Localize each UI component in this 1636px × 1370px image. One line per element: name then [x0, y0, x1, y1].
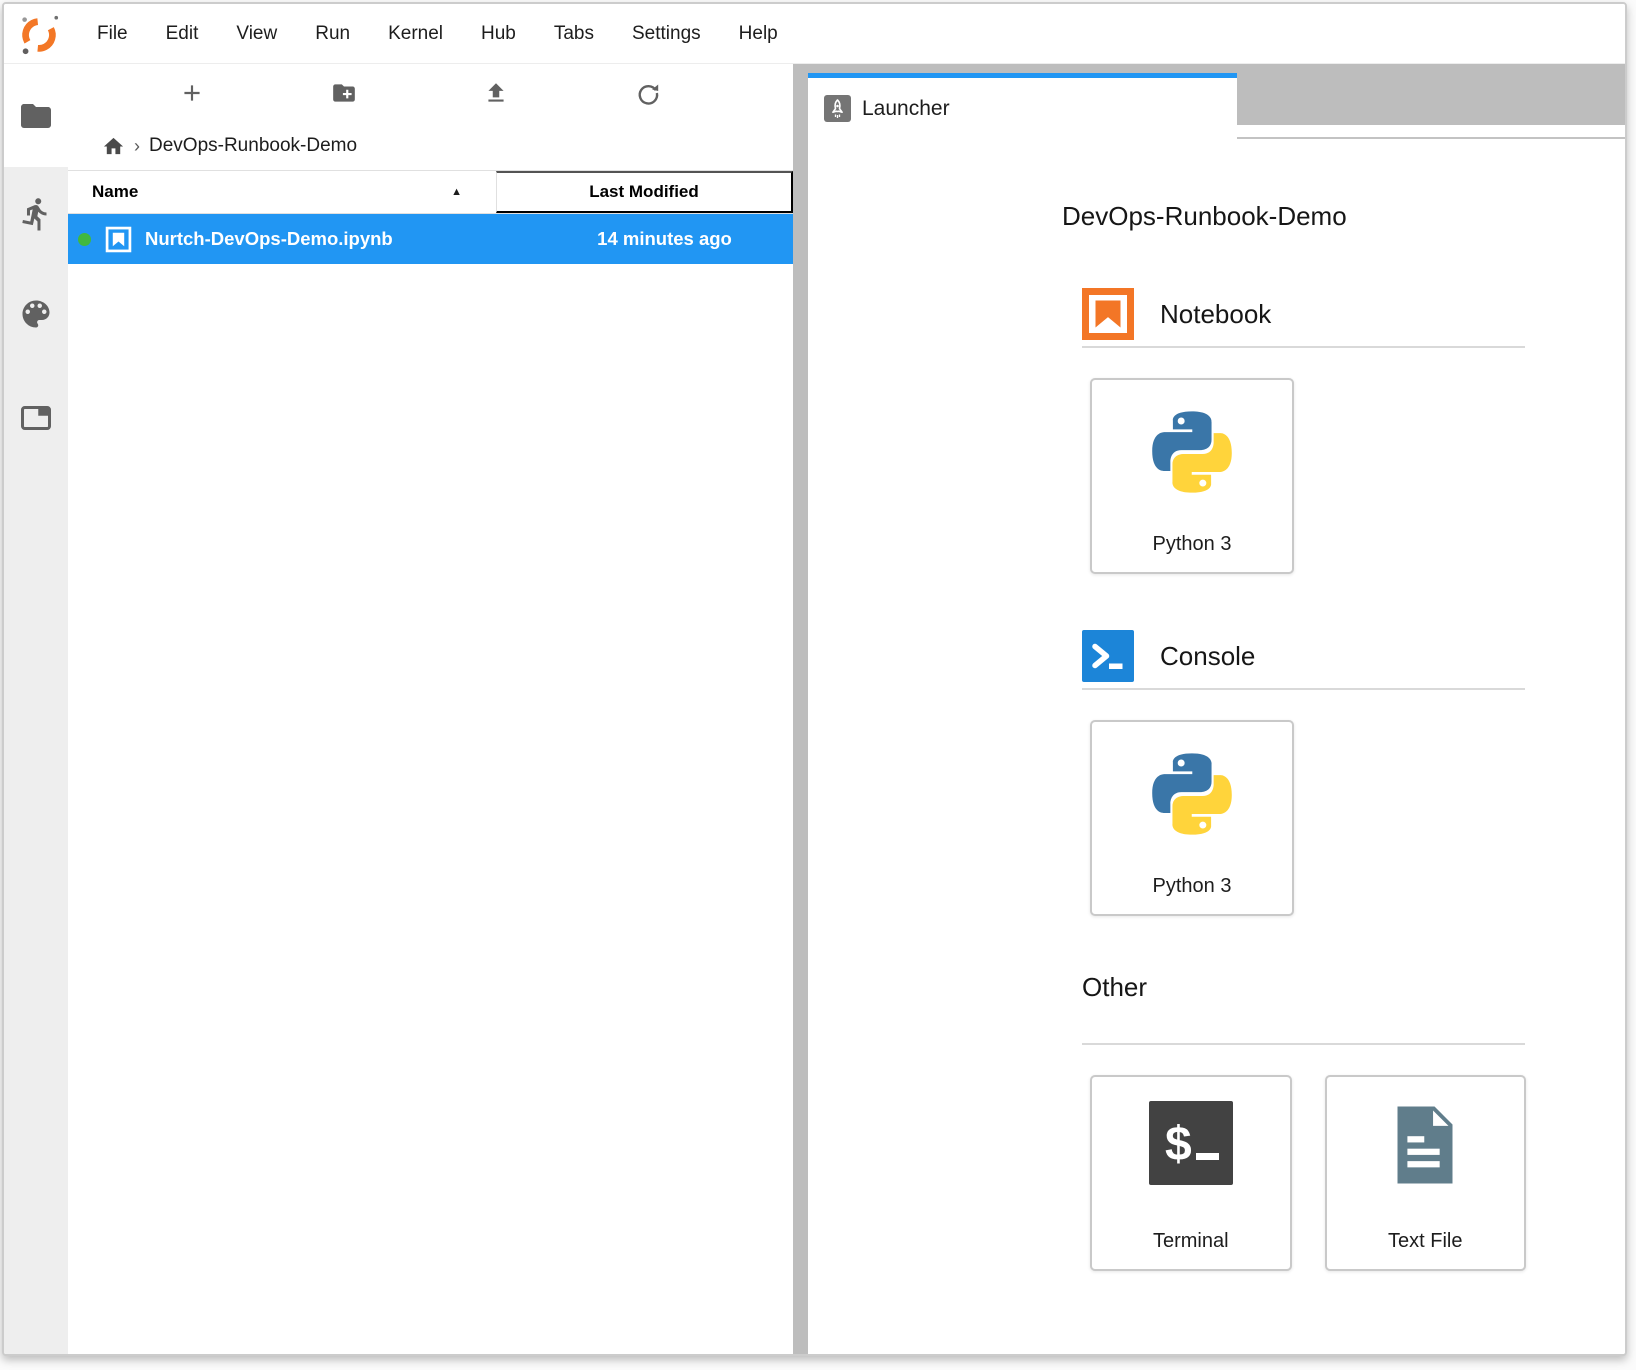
home-icon[interactable] [102, 135, 125, 158]
menu-kernel[interactable]: Kernel [369, 9, 462, 59]
main-tab-bar: Launcher [808, 64, 1625, 139]
section-divider [1082, 688, 1525, 690]
column-header-last-modified[interactable]: Last Modified [496, 171, 793, 213]
column-last-modified-label: Last Modified [589, 182, 699, 202]
launcher-card-notebook-python3[interactable]: Python 3 [1090, 378, 1294, 574]
launcher-card-console-python3[interactable]: Python 3 [1090, 720, 1294, 916]
console-section-label: Console [1160, 641, 1255, 672]
folder-icon [18, 98, 54, 134]
launcher-section-notebook: Notebook Python 3 [1062, 288, 1526, 574]
file-name: Nurtch-DevOps-Demo.ipynb [145, 228, 393, 250]
section-divider [1082, 1043, 1525, 1045]
launcher-section-other: Other $ Terminal [1062, 972, 1526, 1271]
menu-file[interactable]: File [78, 9, 147, 59]
other-section-label: Other [1082, 972, 1147, 1003]
section-divider [1082, 346, 1525, 348]
notebook-section-header: Notebook [1082, 288, 1526, 340]
python-logo-icon [1144, 404, 1240, 500]
svg-text:$: $ [1165, 1118, 1192, 1171]
launcher-card-terminal[interactable]: $ Terminal [1090, 1075, 1292, 1271]
tab-launcher-label: Launcher [862, 97, 950, 121]
python-logo-icon [1144, 746, 1240, 842]
card-label: Python 3 [1153, 875, 1232, 898]
breadcrumb-current-folder[interactable]: DevOps-Runbook-Demo [149, 135, 357, 157]
menu-view[interactable]: View [217, 9, 296, 59]
console-section-header: Console [1082, 630, 1526, 682]
upload-button[interactable] [420, 71, 572, 115]
notebook-icon [1082, 288, 1134, 340]
file-list-header: Name ▲ Last Modified [68, 170, 793, 214]
left-sidebar [4, 64, 68, 1354]
upload-icon [483, 80, 509, 106]
card-label: Text File [1388, 1230, 1462, 1253]
launcher-card-text-file[interactable]: Text File [1325, 1075, 1527, 1271]
menu-hub[interactable]: Hub [462, 9, 535, 59]
tabs-panel-icon [18, 400, 54, 436]
file-name-cell: Nurtch-DevOps-Demo.ipynb [68, 226, 496, 253]
app-body: › DevOps-Runbook-Demo Name ▲ Last Modifi… [4, 64, 1625, 1354]
jupyter-logo-icon [16, 11, 62, 57]
kernel-running-dot [78, 233, 91, 246]
menu-run[interactable]: Run [296, 9, 369, 59]
new-folder-button[interactable] [268, 71, 420, 115]
text-file-icon [1381, 1101, 1469, 1189]
other-section-header: Other [1082, 972, 1526, 1003]
menu-tabs[interactable]: Tabs [535, 9, 613, 59]
notebook-section-label: Notebook [1160, 299, 1271, 330]
new-launcher-button[interactable] [116, 71, 268, 115]
card-label: Terminal [1153, 1230, 1229, 1253]
launcher-panel: DevOps-Runbook-Demo Notebook [808, 139, 1625, 1354]
new-launcher-plus-icon [179, 80, 205, 106]
refresh-icon [635, 80, 661, 106]
panel-splitter-handle[interactable] [793, 64, 808, 1354]
menu-edit[interactable]: Edit [147, 9, 218, 59]
breadcrumb-separator: › [134, 136, 140, 157]
tab-launcher[interactable]: Launcher [808, 73, 1237, 139]
column-header-name[interactable]: Name ▲ [68, 171, 496, 213]
file-row-selected[interactable]: Nurtch-DevOps-Demo.ipynb 14 minutes ago [68, 214, 793, 264]
sort-ascending-icon: ▲ [451, 186, 462, 198]
sidebar-tab-running[interactable] [4, 182, 68, 246]
running-person-icon [18, 196, 54, 232]
file-browser-toolbar [68, 64, 793, 122]
breadcrumb: › DevOps-Runbook-Demo [68, 122, 793, 170]
file-last-modified: 14 minutes ago [496, 228, 793, 250]
jupyterlab-window: File Edit View Run Kernel Hub Tabs Setti… [2, 2, 1627, 1356]
file-browser-panel: › DevOps-Runbook-Demo Name ▲ Last Modifi… [68, 64, 793, 1354]
card-label: Python 3 [1153, 533, 1232, 556]
menu-help[interactable]: Help [720, 9, 797, 59]
launcher-section-console: Console Python 3 [1062, 630, 1526, 916]
menu-settings[interactable]: Settings [613, 9, 720, 59]
menubar: File Edit View Run Kernel Hub Tabs Setti… [4, 4, 1625, 64]
sidebar-tab-files[interactable] [4, 64, 68, 167]
sidebar-tab-commands[interactable] [4, 282, 68, 346]
refresh-button[interactable] [572, 71, 724, 115]
sidebar-tab-open-tabs[interactable] [4, 386, 68, 450]
column-name-label: Name [92, 182, 138, 202]
main-dock-panel: Launcher DevOps-Runbook-Demo Notebook [808, 64, 1625, 1354]
launcher-cwd-title: DevOps-Runbook-Demo [1062, 201, 1625, 232]
console-icon [1082, 630, 1134, 682]
new-folder-icon [331, 80, 357, 106]
terminal-icon: $ [1149, 1101, 1233, 1185]
launcher-rocket-icon [824, 95, 851, 122]
palette-icon [18, 296, 54, 332]
notebook-file-icon [105, 226, 132, 253]
